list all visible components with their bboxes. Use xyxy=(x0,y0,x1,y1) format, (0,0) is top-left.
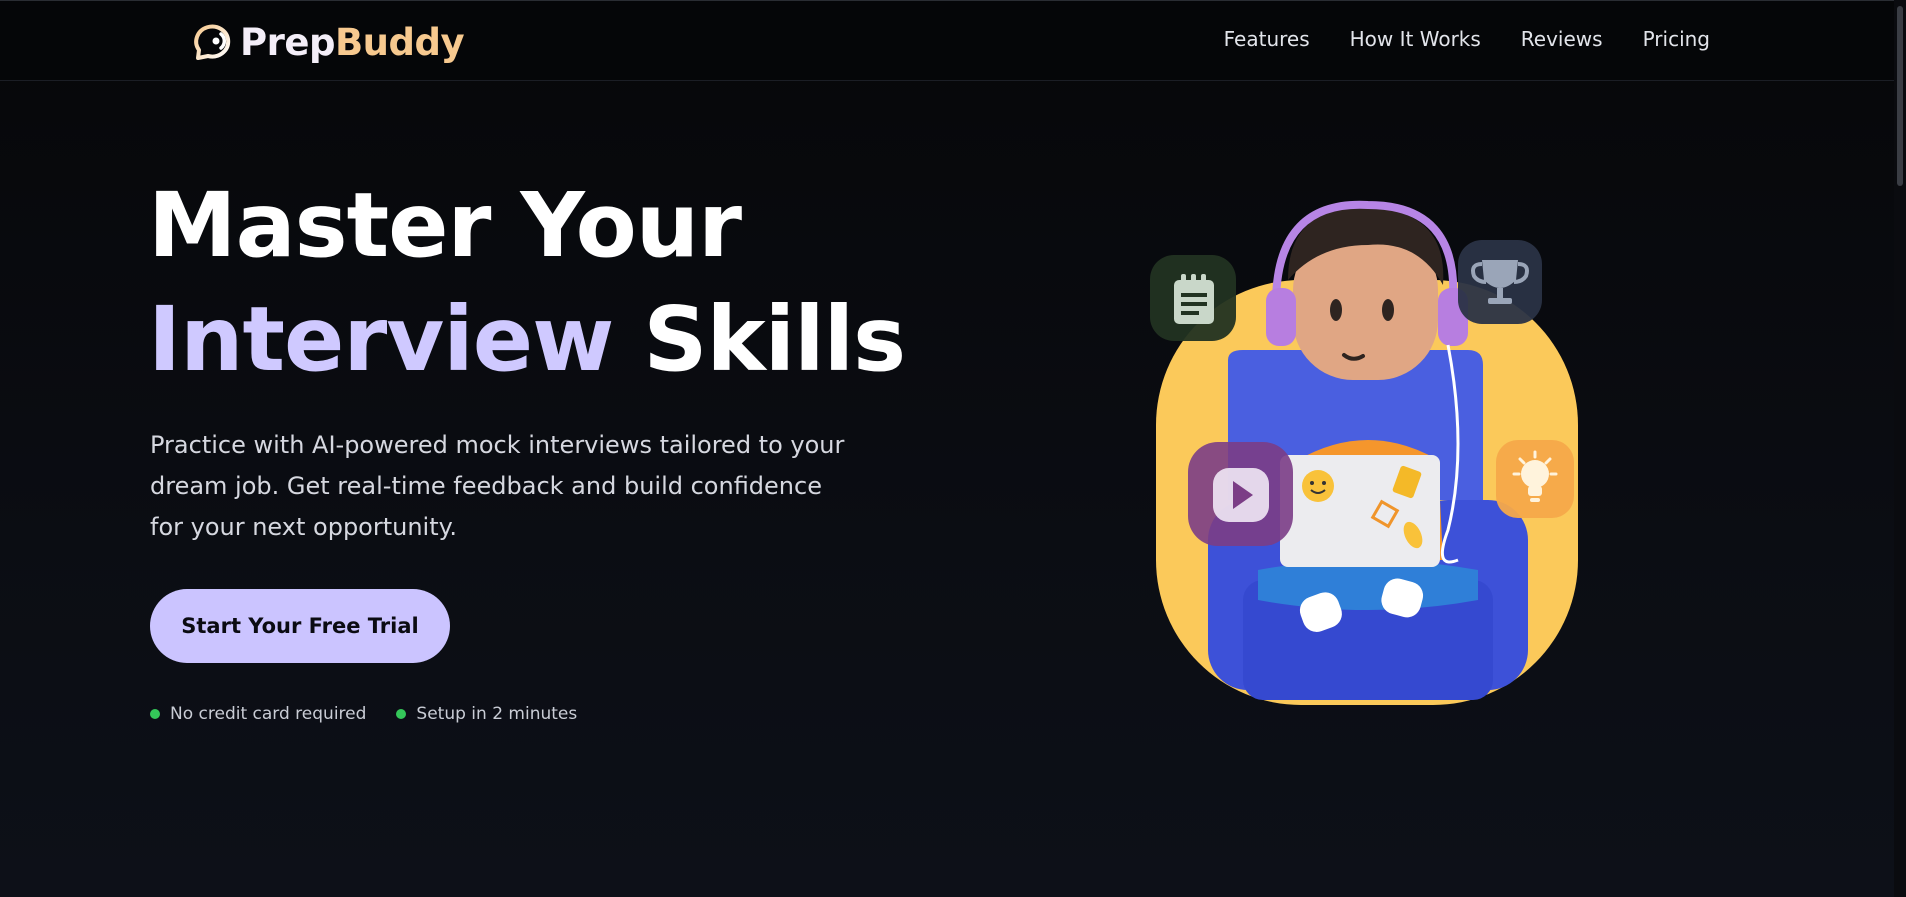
brand-logo[interactable]: PrepBuddy xyxy=(190,19,465,65)
landing-page: PrepBuddy Features How It Works Reviews … xyxy=(0,0,1906,897)
brand-name-part1: Prep xyxy=(240,20,335,64)
hero-title-line1: Master Your xyxy=(148,173,742,277)
hero-subtitle: Practice with AI-powered mock interviews… xyxy=(150,431,845,541)
play-icon xyxy=(1213,468,1269,522)
perk-label: Setup in 2 minutes xyxy=(416,704,578,724)
hero-title-rest: Skills xyxy=(613,287,906,391)
hero-illustration xyxy=(1148,200,1588,710)
brand-name: PrepBuddy xyxy=(240,20,465,64)
person-with-laptop-illustration xyxy=(1150,200,1578,705)
chat-bubble-logo-icon xyxy=(194,24,231,60)
perk-list: No credit card required Setup in 2 minut… xyxy=(150,704,577,724)
perk-item: No credit card required xyxy=(150,704,366,724)
green-dot-icon xyxy=(396,709,407,719)
nav-link-features[interactable]: Features xyxy=(1224,27,1310,51)
nav-link-reviews[interactable]: Reviews xyxy=(1521,27,1603,51)
scrollbar[interactable] xyxy=(1894,0,1906,897)
brand-name-part2: Buddy xyxy=(334,20,465,64)
green-dot-icon xyxy=(150,709,160,719)
perk-label: No credit card required xyxy=(170,704,367,724)
scrollbar-thumb[interactable] xyxy=(1897,6,1903,186)
nav-link-how-it-works[interactable]: How It Works xyxy=(1350,27,1481,51)
hero-title-highlight: Interview xyxy=(148,287,614,391)
nav-link-pricing[interactable]: Pricing xyxy=(1643,27,1710,51)
perk-item: Setup in 2 minutes xyxy=(396,704,577,724)
start-free-trial-button[interactable]: Start Your Free Trial xyxy=(150,589,450,663)
notepad-icon xyxy=(1174,274,1214,324)
nav-links: Features How It Works Reviews Pricing xyxy=(1224,27,1710,51)
top-navbar: PrepBuddy Features How It Works Reviews … xyxy=(0,0,1906,81)
hero-title: Master Your Interview Skills xyxy=(148,168,906,396)
